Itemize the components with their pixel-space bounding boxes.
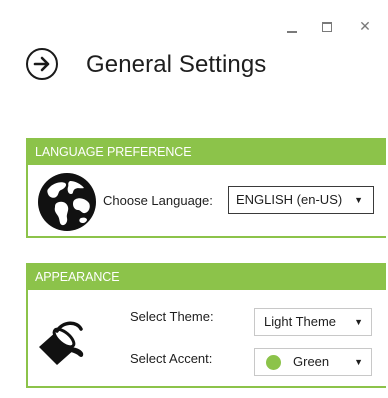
accent-select-value: Green	[293, 354, 330, 369]
minimize-icon	[287, 31, 297, 33]
theme-select[interactable]: Light Theme ▼	[254, 308, 372, 336]
chevron-down-icon: ▼	[354, 357, 363, 367]
language-select-value: ENGLISH (en-US)	[236, 192, 343, 207]
theme-select-value: Light Theme	[264, 314, 337, 329]
back-button[interactable]	[26, 48, 58, 80]
maximize-button[interactable]	[316, 16, 338, 38]
chevron-down-icon: ▼	[354, 317, 363, 327]
arrow-right-circle-icon	[33, 56, 50, 72]
paint-bucket-icon	[39, 321, 84, 365]
appearance-section: APPEARANCE Select Theme: Light Theme ▼ S…	[26, 263, 386, 388]
settings-window: ✕ General Settings LANGUAGE PREFERENCE C…	[0, 0, 388, 398]
window-controls: ✕	[278, 16, 388, 36]
accent-color-swatch	[266, 355, 281, 370]
close-icon: ✕	[359, 19, 371, 35]
globe-icon	[38, 173, 96, 231]
page-title: General Settings	[86, 51, 267, 78]
chevron-down-icon: ▼	[354, 195, 363, 205]
select-accent-label: Select Accent:	[130, 351, 213, 366]
close-button[interactable]: ✕	[354, 16, 376, 38]
accent-select[interactable]: Green ▼	[254, 348, 372, 376]
language-section-header: LANGUAGE PREFERENCE	[28, 140, 386, 165]
minimize-button[interactable]	[281, 16, 303, 38]
language-preference-section: LANGUAGE PREFERENCE Choose Language: ENG…	[26, 138, 386, 238]
maximize-icon	[322, 22, 332, 32]
choose-language-label: Choose Language:	[103, 193, 213, 208]
language-select[interactable]: ENGLISH (en-US) ▼	[228, 186, 374, 214]
select-theme-label: Select Theme:	[130, 309, 214, 324]
appearance-section-header: APPEARANCE	[28, 265, 386, 290]
